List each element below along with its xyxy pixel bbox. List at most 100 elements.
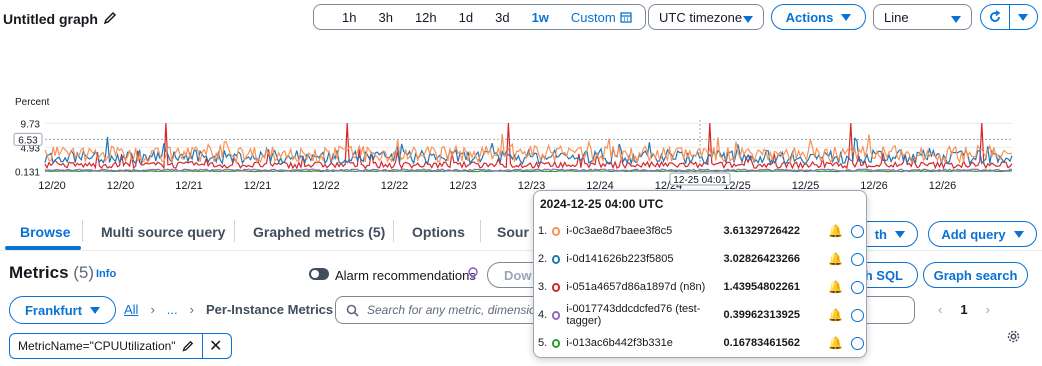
series-value: 0.39962313925 [723,309,800,321]
range-1h[interactable]: 1h [314,10,367,25]
tab-divider [480,220,481,242]
range-1d[interactable]: 1d [448,10,484,25]
compass-icon[interactable] [851,252,864,266]
x-tick-label: 12/20 [107,180,135,190]
tooltip-row: 3. i-051a4657d86a1897d (n8n) 1.43954802261… [538,277,864,297]
series-value: 0.16783461562 [723,337,800,349]
x-tick-label: 12/22 [312,180,340,190]
series-marker [551,254,561,264]
breadcrumb-all[interactable]: All [124,302,138,317]
series-line [44,170,1012,173]
alarm-recommendations-toggle[interactable] [309,268,329,280]
pagination: ‹ 1 › [938,302,990,317]
tab-divider [393,220,394,242]
tooltip-row: 5. i-013ac6b442f3b331e 0.16783461562 🔔 [538,333,864,353]
tooltip-row: 4. i-0017743ddcdcfed76 (test-tagger) 0.399… [538,303,864,327]
tabs-underline [0,250,1042,251]
breadcrumb: All › ... › Per-Instance Metrics [124,302,333,317]
current-page[interactable]: 1 [960,302,967,317]
series-marker [551,338,561,348]
add-query-button[interactable]: Add query [928,221,1037,247]
filter-token: MetricName="CPUUtilization" ✕ [9,333,232,359]
tooltip-timestamp: 2024-12-25 04:00 UTC [540,197,664,211]
y-tick-label: 0.131 [15,167,40,178]
page-title: Untitled graph [3,11,98,27]
row-number: 1. [538,225,548,237]
breadcrumb-current: Per-Instance Metrics [205,302,334,317]
hover-x-label: 12-25 04:01 [673,175,727,186]
bell-icon[interactable]: 🔔 [828,252,843,266]
refresh-interval-dropdown[interactable] [1010,5,1038,29]
series-marker [551,310,561,320]
actions-button[interactable]: Actions [771,4,866,30]
metrics-heading: Metrics (5) [9,263,95,282]
tab-browse[interactable]: Browse [20,224,71,240]
time-range-selector: 1h 3h 12h 1d 3d 1w Custom [313,4,646,30]
gear-icon[interactable] [1007,330,1020,343]
info-link[interactable]: Info [96,268,116,280]
x-tick-label: 12/21 [175,180,203,190]
graph-search-button[interactable]: Graph search [923,262,1028,288]
row-number: 2. [538,253,548,265]
chart-type-select[interactable]: Line [873,4,972,30]
lightbulb-icon [468,267,478,280]
y-tick-label: 9.73 [21,119,41,130]
x-tick-label: 12/26 [929,180,957,190]
timezone-select[interactable]: UTC timezone [648,4,764,30]
compass-icon[interactable] [851,280,864,294]
row-number: 4. [538,309,548,321]
range-custom[interactable]: Custom [560,10,620,25]
bell-icon[interactable]: 🔔 [828,224,843,238]
series-name: i-0017743ddcdcfed76 (test-tagger) [566,303,701,327]
chevron-right-icon: › [150,302,155,317]
x-tick-label: 12/25 [792,180,820,190]
bell-icon[interactable]: 🔔 [828,308,843,322]
series-name: i-051a4657d86a1897d (n8n) [566,281,706,293]
alarm-recommendations-label: Alarm recommendations [335,268,476,283]
tab-source[interactable]: Sour [497,224,529,240]
range-3h[interactable]: 3h [367,10,403,25]
prev-page-icon[interactable]: ‹ [938,302,942,317]
series-marker [551,282,561,292]
tab-options[interactable]: Options [412,224,465,240]
series-value: 3.02826423266 [723,253,800,265]
series-value: 3.61329726422 [723,225,800,237]
series-name: i-0d141626b223f5805 [566,253,674,265]
range-1w[interactable]: 1w [521,10,560,25]
breadcrumb-ellipsis[interactable]: ... [167,302,178,317]
x-tick-label: 12/24 [586,180,614,190]
row-number: 3. [538,281,548,293]
series-name: i-013ac6b442f3b331e [566,337,673,349]
range-3d[interactable]: 3d [484,10,520,25]
x-tick-label: 12/20 [38,180,66,190]
range-12h[interactable]: 12h [404,10,448,25]
remove-token-icon[interactable]: ✕ [203,336,222,356]
edit-title-icon[interactable] [103,11,117,25]
series-name: i-0c3ae8d7baee3f8c5 [566,225,673,237]
line-chart: 9.734.930.1316.5312/20 12/20 12/21 12/21 12/… [13,119,1013,190]
tab-divider [234,220,235,242]
chart-hover-tooltip: 2024-12-25 04:00 UTC 1. i-0c3ae8d7baee3f8… [533,190,867,358]
x-tick-label: 12/21 [244,180,272,190]
compass-icon[interactable] [851,224,864,238]
bell-icon[interactable]: 🔔 [828,280,843,294]
next-page-icon[interactable]: › [986,302,990,317]
edit-token-icon[interactable] [182,340,194,352]
tooltip-row: 2. i-0d141626b223f5805 3.02826423266 🔔 [538,249,864,269]
x-tick-label: 12/22 [381,180,409,190]
tooltip-row: 1. i-0c3ae8d7baee3f8c5 3.61329726422 🔔 [538,221,864,241]
refresh-button[interactable] [981,5,1010,29]
calendar-icon[interactable] [620,11,632,23]
tab-multi-source-query[interactable]: Multi source query [101,224,225,240]
region-select[interactable]: Frankfurt [9,296,116,324]
tab-divider [82,220,83,242]
bell-icon[interactable]: 🔔 [828,336,843,350]
search-icon [346,304,359,317]
row-number: 5. [538,337,548,349]
toggle-knob [311,270,319,278]
y-axis-label: Percent [15,97,50,108]
compass-icon[interactable] [851,336,864,350]
tab-graphed-metrics[interactable]: Graphed metrics (5) [253,224,385,240]
series-marker [551,226,561,236]
compass-icon[interactable] [851,308,864,322]
